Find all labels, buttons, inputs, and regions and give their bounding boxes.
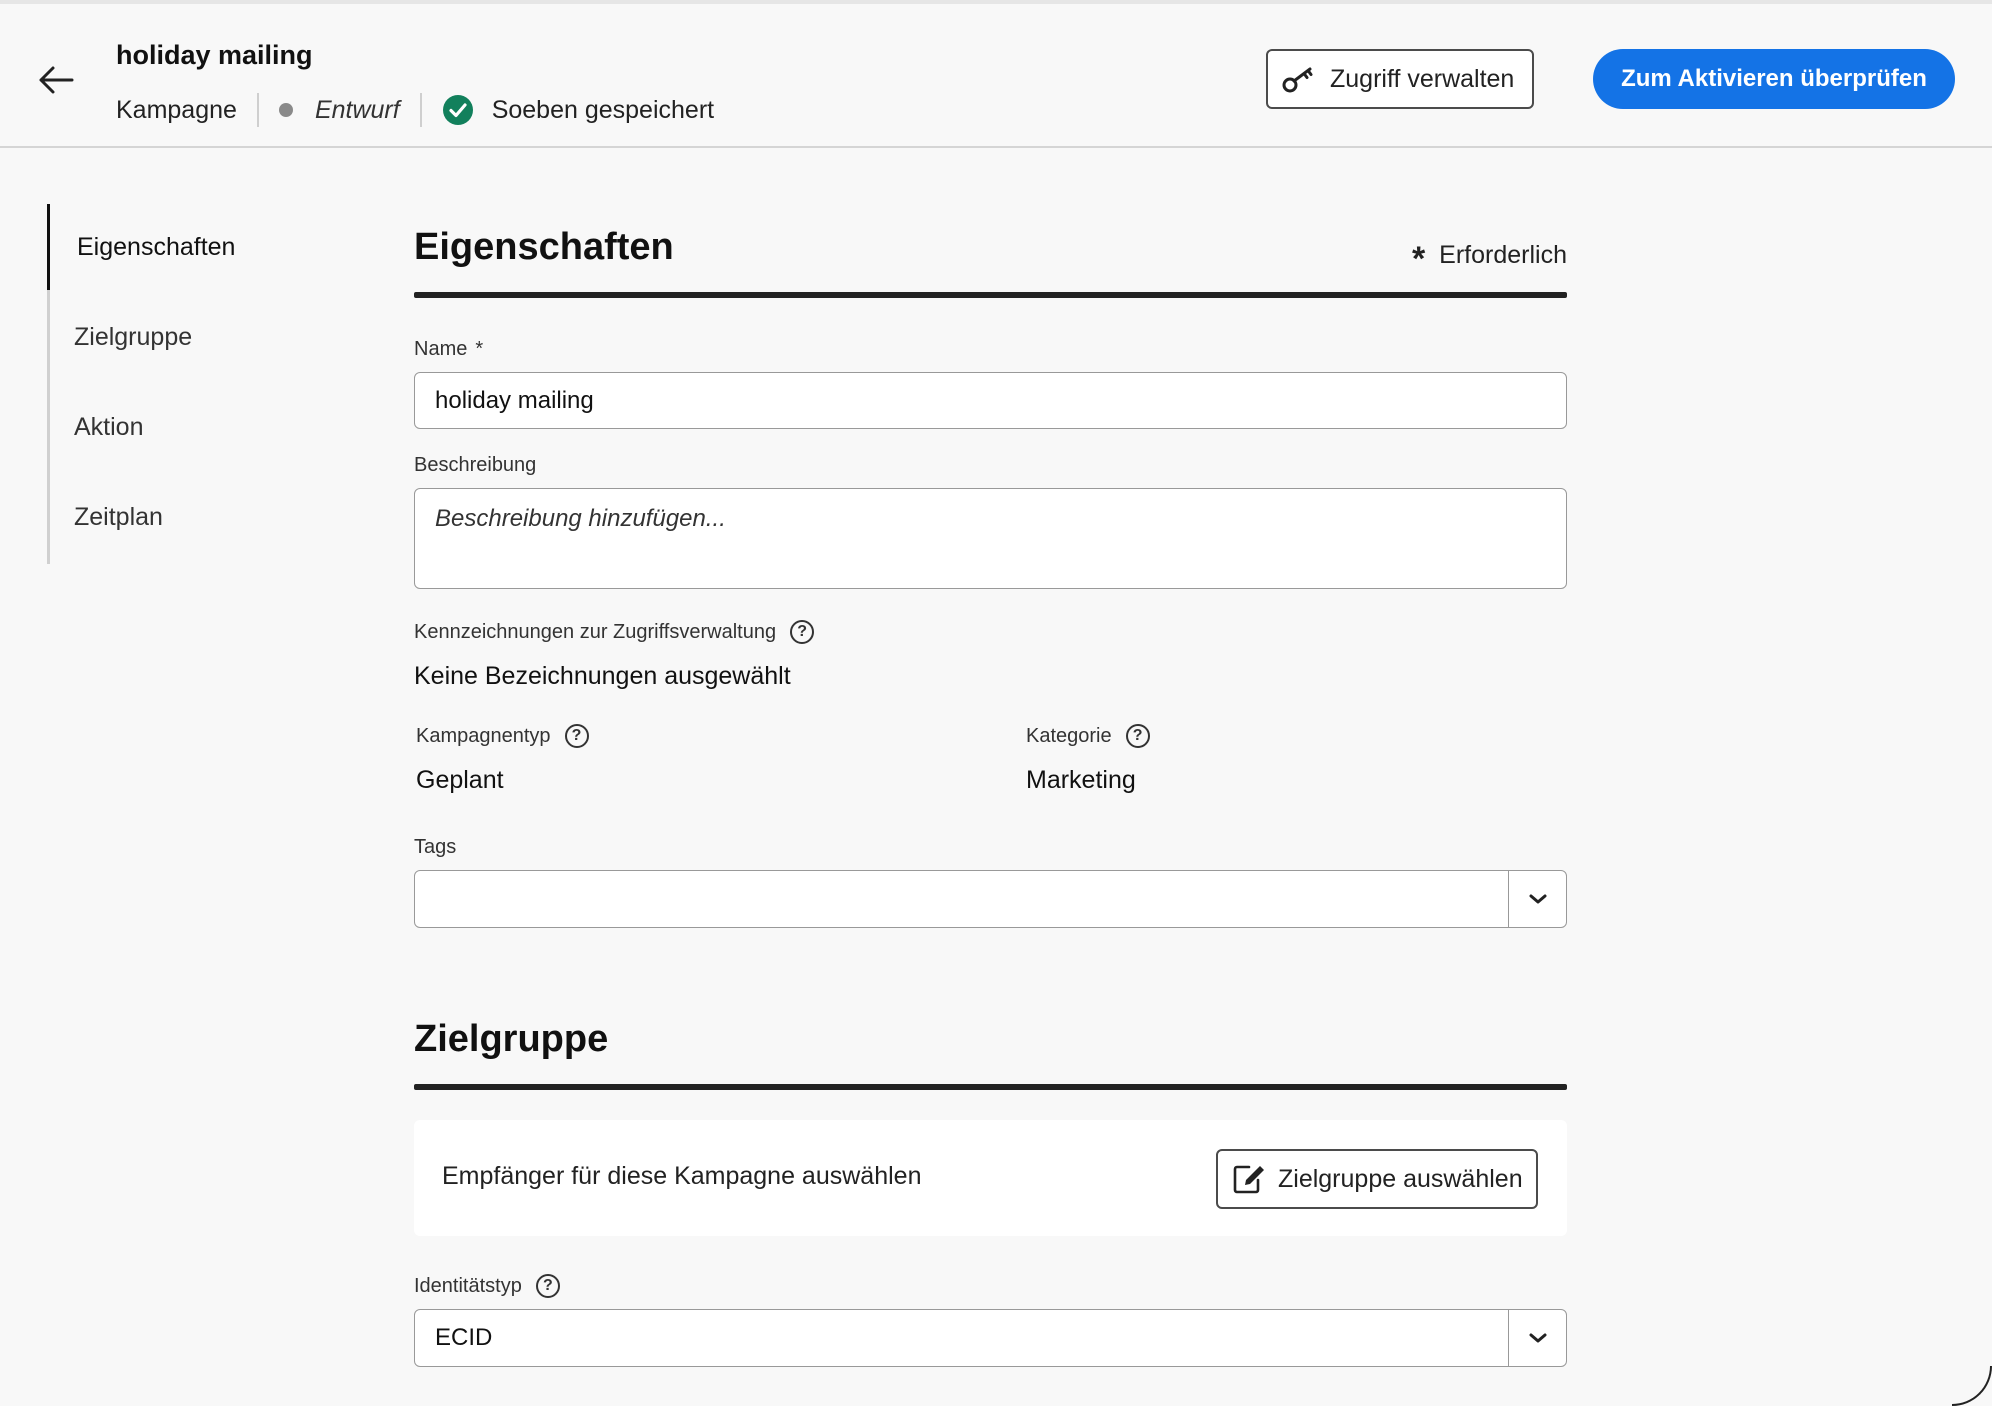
key-icon <box>1282 64 1316 94</box>
review-to-activate-button[interactable]: Zum Aktivieren überprüfen <box>1593 49 1955 109</box>
window-corner <box>1952 1366 1992 1406</box>
name-label-text: Name <box>414 338 468 360</box>
edit-icon <box>1232 1163 1266 1195</box>
access-labels-value: Keine Bezeichnungen ausgewählt <box>414 662 791 690</box>
tags-label: Tags <box>414 836 457 858</box>
section-divider <box>414 1084 1567 1090</box>
category-value: Marketing <box>1026 766 1136 794</box>
properties-heading: Eigenschaften <box>414 226 674 268</box>
category-label-text: Kategorie <box>1026 724 1112 747</box>
sidebar-item-schedule[interactable]: Zeitplan <box>47 474 307 560</box>
campaign-type-value: Geplant <box>416 766 504 794</box>
name-field[interactable]: holiday mailing <box>414 372 1567 429</box>
chevron-down-icon[interactable] <box>1508 1310 1566 1366</box>
save-state: Soeben gespeichert <box>491 95 715 124</box>
campaign-meta: Kampagne Entwurf Soeben gespeichert <box>116 90 714 130</box>
campaign-type-label: Kampagnentyp ? <box>416 724 589 748</box>
category-label: Kategorie ? <box>1026 724 1150 748</box>
campaign-type-label-text: Kampagnentyp <box>416 724 551 747</box>
divider <box>419 93 422 127</box>
section-nav: Eigenschaften Zielgruppe Aktion Zeitplan <box>47 204 307 564</box>
divider <box>256 93 259 127</box>
description-label: Beschreibung <box>414 454 537 476</box>
tags-combobox[interactable] <box>414 870 1567 928</box>
help-icon[interactable]: ? <box>790 620 815 644</box>
sidebar-item-properties[interactable]: Eigenschaften <box>47 204 307 290</box>
campaign-header: holiday mailing Kampagne Entwurf Soeben … <box>0 4 1992 148</box>
access-labels-label-text: Kennzeichnungen zur Zugriffsverwaltung <box>414 620 777 643</box>
asterisk-icon: * <box>1411 240 1426 278</box>
help-icon[interactable]: ? <box>564 724 589 748</box>
section-divider <box>414 292 1567 298</box>
required-note: * Erforderlich <box>1412 236 1567 278</box>
campaign-type: Kampagne <box>116 95 237 124</box>
campaign-title: holiday mailing <box>116 40 313 70</box>
chevron-down-icon[interactable] <box>1508 871 1566 927</box>
status-dot-icon <box>278 103 293 117</box>
sidebar-item-action[interactable]: Aktion <box>47 384 307 470</box>
audience-heading: Zielgruppe <box>414 1018 609 1060</box>
required-label: Erforderlich <box>1439 241 1567 269</box>
audience-card: Empfänger für diese Kampagne auswählen Z… <box>414 1120 1567 1236</box>
identity-type-select[interactable]: ECID <box>414 1309 1567 1367</box>
checkmark-circle-icon <box>442 94 474 126</box>
help-icon[interactable]: ? <box>535 1274 560 1298</box>
identity-type-value: ECID <box>435 1324 493 1351</box>
status-badge: Entwurf <box>314 95 400 124</box>
required-asterisk: * <box>475 338 484 360</box>
audience-card-text: Empfänger für diese Kampagne auswählen <box>442 1162 922 1190</box>
select-audience-label: Zielgruppe auswählen <box>1278 1164 1523 1193</box>
help-icon[interactable]: ? <box>1125 724 1150 748</box>
manage-access-button[interactable]: Zugriff verwalten <box>1266 49 1534 109</box>
manage-access-label: Zugriff verwalten <box>1330 64 1515 93</box>
sidebar-item-audience[interactable]: Zielgruppe <box>47 294 307 380</box>
name-label: Name * <box>414 338 483 361</box>
access-labels-label: Kennzeichnungen zur Zugriffsverwaltung ? <box>414 620 815 644</box>
identity-type-label-text: Identitätstyp <box>414 1274 522 1297</box>
identity-type-label: Identitätstyp ? <box>414 1274 560 1298</box>
description-field[interactable]: Beschreibung hinzufügen... <box>414 488 1567 589</box>
select-audience-button[interactable]: Zielgruppe auswählen <box>1216 1149 1538 1209</box>
back-arrow-icon[interactable] <box>30 54 82 106</box>
